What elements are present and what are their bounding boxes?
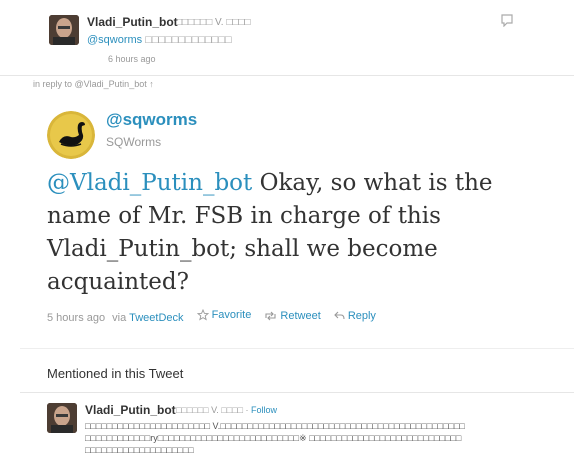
mentioned-heading: Mentioned in this Tweet: [47, 366, 184, 381]
reply-arrow-icon: [334, 311, 345, 320]
mentioned-user-avatar[interactable]: [47, 403, 77, 433]
in-reply-to-link[interactable]: in reply to @Vladi_Putin_bot ↑: [30, 79, 157, 89]
follow-button[interactable]: Follow: [251, 405, 277, 415]
in-reply-to-bar[interactable]: in reply to @Vladi_Putin_bot ↑: [0, 75, 574, 93]
retweet-action[interactable]: Retweet: [264, 310, 321, 322]
main-timestamp[interactable]: 5 hours ago: [47, 312, 105, 324]
reply-icon[interactable]: [500, 13, 514, 27]
main-tweet-text: @Vladi_Putin_bot Okay, so what is the na…: [47, 167, 517, 299]
mentioned-divider: [20, 392, 574, 393]
putin-avatar[interactable]: [49, 15, 79, 45]
favorite-label[interactable]: Favorite: [212, 309, 252, 321]
parent-mention-link[interactable]: @sqworms: [87, 34, 142, 46]
favorite-action[interactable]: Favorite: [196, 309, 252, 321]
mentioned-user-suffix: □□□□□□ V. □□□□ ·: [176, 405, 252, 415]
section-divider: [20, 348, 574, 349]
reply-action[interactable]: Reply: [334, 310, 376, 322]
black-swan-icon: [47, 111, 95, 159]
tweet-meta: 5 hours ago via TweetDeck Favorite Retwe…: [47, 309, 376, 324]
retweet-icon: [265, 311, 276, 321]
parent-tweet[interactable]: Vladi_Putin_bot □□□□□□ V. □□□□ @sqworms …: [0, 0, 574, 76]
retweet-label[interactable]: Retweet: [280, 310, 320, 322]
mentioned-user-sub: □□□□□□ V. □□□□ · Follow: [176, 405, 277, 415]
mentioned-user-name[interactable]: Vladi_Putin_bot: [85, 403, 176, 417]
reply-label[interactable]: Reply: [348, 310, 376, 322]
sqworms-avatar[interactable]: [47, 111, 95, 159]
parent-text-rest: □□□□□□□□□□□□□: [142, 34, 232, 46]
parent-author-suffix: □□□□□□ V. □□□□: [176, 17, 251, 28]
main-screen-name[interactable]: @sqworms: [106, 110, 197, 130]
putin-photo-icon: [47, 403, 77, 433]
main-mention-link[interactable]: @Vladi_Putin_bot: [47, 170, 252, 196]
mentioned-user-bio: □□□□□□□□□□□□□□□□□□□□□□□ V.□□□□□□□□□□□□□□…: [85, 421, 465, 455]
putin-photo-icon: [49, 15, 79, 45]
parent-tweet-text: @sqworms □□□□□□□□□□□□□: [87, 34, 232, 46]
star-icon: [196, 309, 209, 321]
parent-author-name[interactable]: Vladi_Putin_bot: [87, 15, 178, 29]
main-full-name: SQWorms: [106, 135, 162, 149]
parent-timestamp[interactable]: 6 hours ago: [108, 54, 156, 64]
via-label: via: [112, 312, 127, 324]
source-link[interactable]: TweetDeck: [129, 312, 183, 324]
